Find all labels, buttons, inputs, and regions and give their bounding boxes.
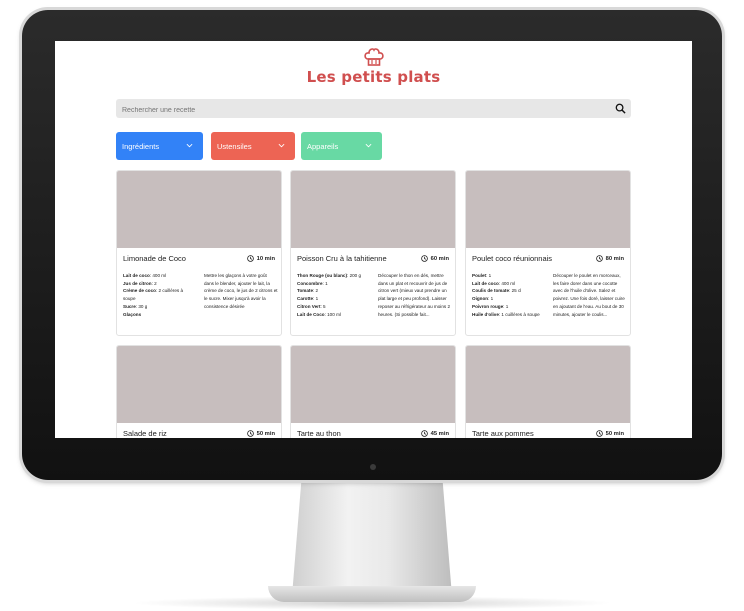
recipe-description: Découper le poulet en morceaux, les fair… [553,273,625,317]
recipe-time: 50 min [595,430,624,437]
monitor-camera [370,464,376,470]
recipe-card[interactable]: Tarte au thon 45 min [290,345,456,438]
recipe-time-label: 45 min [430,430,449,437]
recipe-title: Limonade de Coco [123,254,186,263]
ingredient-list: Lait de coco: 400 ml Jus de citron: 2 Cr… [123,272,195,318]
search-icon[interactable] [615,103,626,114]
recipe-image [117,171,281,248]
recipe-image [466,346,630,423]
ingredient-item: Crème de coco: 2 cuillères à soupe [123,288,184,302]
ingredients-filter-button[interactable]: Ingrédients [116,132,203,160]
ingredient-item: Lait de coco: 400 ml [472,280,516,286]
recipe-time-label: 80 min [605,255,624,262]
ingredient-list: Poulet: 1 Lait de coco: 400 ml Coulis de… [472,272,544,318]
clock-icon [595,255,603,262]
search-bar[interactable] [116,99,631,120]
recipe-time: 10 min [246,255,275,262]
recipe-card[interactable]: Tarte aux pommes 50 min [465,345,631,438]
ingredient-item: Jus de citron: 2 [123,280,157,286]
clock-icon [595,430,603,437]
site-title: Les petits plats [306,68,441,86]
ingredient-item: Citron Vert: 5 [297,303,326,309]
monitor-stand [292,478,452,596]
monitor-base [268,586,476,602]
recipe-title: Poulet coco réunionnais [472,254,553,263]
recipe-title: Tarte au thon [297,429,341,438]
recipe-card[interactable]: Poisson Cru à la tahitienne 60 min Thon … [290,170,456,336]
recipe-card[interactable]: Poulet coco réunionnais 80 min Poulet: 1… [465,170,631,336]
recipe-description: Découper le thon en dés, mettre dans un … [378,273,451,317]
recipe-time: 45 min [420,430,449,437]
page-header: Les petits plats [55,47,692,86]
recipe-time-label: 10 min [256,255,275,262]
clock-icon [420,255,428,262]
ingredient-item: Coulis de tomate: 25 cl [472,288,522,294]
ingredient-item: Lait de Coco: 100 ml [297,311,341,317]
chevron-down-icon [186,143,193,148]
chevron-down-icon [365,143,372,148]
recipe-description: Mettre les glaçons à votre goût dans le … [204,273,278,309]
clock-icon [246,255,254,262]
recipe-title: Salade de riz [123,429,167,438]
clock-icon [420,430,428,437]
ingredient-item: Poivron rouge: 1 [472,303,509,309]
appareils-filter-button[interactable]: Appareils [301,132,382,160]
ingredient-item: Thon Rouge (ou blanc): 200 g [297,273,362,278]
ingredient-item: Carotte: 1 [297,296,319,302]
recipe-image [117,346,281,423]
recipe-time: 80 min [595,255,624,262]
ustensiles-filter-button[interactable]: Ustensiles [211,132,295,160]
recipe-card[interactable]: Salade de riz 50 min [116,345,282,438]
recipe-title: Tarte aux pommes [472,429,534,438]
chevron-down-icon [278,143,285,148]
recipe-image [291,346,455,423]
filter-label: Appareils [307,141,339,151]
ingredient-item: Poulet: 1 [472,273,492,278]
filter-label: Ustensiles [217,141,252,151]
recipe-time-label: 60 min [430,255,449,262]
ingredient-item: Tomate: 2 [297,288,319,294]
ingredient-list: Thon Rouge (ou blanc): 200 g Concombre: … [297,272,369,318]
chef-hat-icon [363,48,384,66]
recipe-card[interactable]: Limonade de Coco 10 min Lait de coco: 40… [116,170,282,336]
ingredient-item: Lait de coco: 400 ml [123,273,167,278]
search-input[interactable] [116,101,596,120]
monitor-frame: Les petits plats Ingrédients Ustensiles … [22,10,722,480]
recipe-time: 50 min [246,430,275,437]
ingredient-item: Huile d'olive: 1 cuillères à soupe [472,311,540,317]
ingredient-item: Glaçons [123,311,142,317]
ingredient-item: Oignon: 1 [472,296,494,302]
recipe-image [466,171,630,248]
recipe-time: 60 min [420,255,449,262]
screen: Les petits plats Ingrédients Ustensiles … [55,41,692,438]
filter-label: Ingrédients [122,141,160,151]
ingredient-item: Sucre: 30 g [123,303,148,309]
recipe-time-label: 50 min [605,430,624,437]
ingredient-item: Concombre: 1 [297,280,328,286]
recipe-time-label: 50 min [256,430,275,437]
recipe-title: Poisson Cru à la tahitienne [297,254,387,263]
clock-icon [246,430,254,437]
recipe-image [291,171,455,248]
